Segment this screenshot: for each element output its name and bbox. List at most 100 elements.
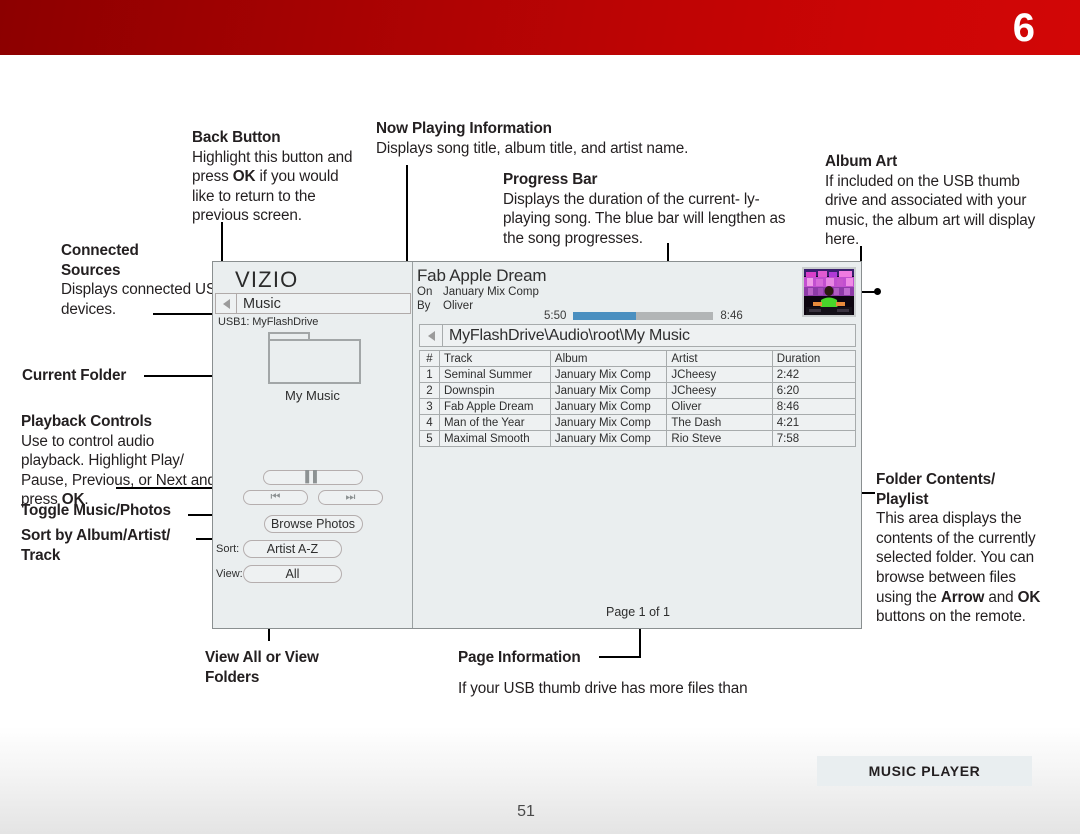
- annotation-connected-sources-line1: Displays: [61, 281, 118, 299]
- annotation-folder-contents-line5: browse between files: [876, 568, 1016, 586]
- current-folder-item[interactable]: [268, 332, 361, 384]
- now-playing-info: Fab Apple Dream On January Mix Comp By O…: [417, 266, 747, 313]
- now-playing-song-title: Fab Apple Dream: [417, 266, 547, 285]
- table-header-row: # Track Album Artist Duration: [419, 350, 857, 367]
- column-header-track[interactable]: Track: [438, 350, 551, 367]
- mode-bar[interactable]: Music: [215, 293, 411, 314]
- annotation-progress-bar-line1: Displays the duration of the current-: [503, 190, 740, 208]
- cell-album: January Mix Comp: [549, 414, 668, 431]
- page-indicator: Page 1 of 1: [606, 605, 670, 619]
- cell-duration: 2:42: [771, 366, 857, 383]
- annotation-folder-contents: Folder Contents/ Playlist This area disp…: [876, 470, 1051, 627]
- annotation-connected-sources-title-line1: Connected: [61, 242, 139, 259]
- prev-next-row: ⏮ ⏭: [243, 490, 383, 505]
- cell-artist: Oliver: [666, 398, 773, 415]
- now-playing-album-row: On January Mix Comp: [417, 285, 747, 299]
- annotation-folder-contents-line7b: buttons on the: [876, 608, 971, 626]
- annotation-back-button-title: Back Button: [192, 129, 281, 146]
- current-folder-name: My Music: [285, 388, 340, 403]
- now-playing-on-label: On: [417, 286, 433, 298]
- annotation-sort-by: Sort by Album/Artist/ Track: [21, 526, 221, 565]
- column-header-number[interactable]: #: [419, 350, 440, 367]
- cell-duration: 4:21: [771, 414, 857, 431]
- annotation-back-button-ok: OK: [232, 168, 256, 186]
- tv-right-panel: Fab Apple Dream On January Mix Comp By O…: [414, 262, 862, 628]
- column-header-duration[interactable]: Duration: [771, 350, 857, 367]
- cell-artist: JCheesy: [666, 366, 773, 383]
- annotation-album-art-line5: here.: [825, 231, 860, 249]
- path-back-button[interactable]: [420, 325, 443, 346]
- annotation-toggle-music-photos-title: Toggle Music/Photos: [21, 502, 171, 519]
- cell-number: 2: [419, 382, 440, 399]
- annotation-progress-bar: Progress Bar Displays the duration of th…: [503, 170, 803, 248]
- cell-track: Man of the Year: [438, 414, 551, 431]
- cell-track: Fab Apple Dream: [438, 398, 551, 415]
- table-row[interactable]: 1 Seminal Summer January Mix Comp JChees…: [419, 366, 857, 383]
- previous-track-button[interactable]: ⏮: [243, 490, 308, 505]
- tv-left-panel: VIZIO Music USB1: MyFlashDrive My Music …: [213, 262, 413, 628]
- cell-album: January Mix Comp: [549, 398, 668, 415]
- annotation-album-art-title: Album Art: [825, 153, 898, 170]
- cell-duration: 8:46: [771, 398, 857, 415]
- annotation-now-playing-title: Now Playing Information: [376, 120, 552, 137]
- now-playing-by-label: By: [417, 300, 431, 312]
- browse-photos-button[interactable]: Browse Photos: [263, 515, 363, 533]
- cell-number: 1: [419, 366, 440, 383]
- path-back-arrow-icon: [427, 330, 435, 341]
- cell-number: 4: [419, 414, 440, 431]
- annotation-folder-contents-line4: folder. You can: [935, 549, 1035, 567]
- vizio-logo: VIZIO: [235, 267, 299, 292]
- back-button[interactable]: [216, 294, 237, 313]
- table-row[interactable]: 4 Man of the Year January Mix Comp The D…: [419, 414, 857, 431]
- column-header-artist[interactable]: Artist: [666, 350, 773, 367]
- table-row[interactable]: 3 Fab Apple Dream January Mix Comp Olive…: [419, 398, 857, 415]
- mode-label: Music: [243, 295, 281, 312]
- next-track-button[interactable]: ⏭: [318, 490, 383, 505]
- annotation-folder-contents-line6c: and: [984, 588, 1014, 606]
- annotation-folder-contents-title-line1: Folder Contents/: [876, 471, 996, 488]
- annotation-album-art-line4: the album art will display: [872, 211, 1036, 229]
- track-list-table: # Track Album Artist Duration 1 Seminal …: [419, 350, 857, 447]
- total-time: 8:46: [720, 310, 743, 322]
- current-path-text: MyFlashDrive\Audio\root\My Music: [449, 326, 690, 344]
- cell-artist: Rio Steve: [666, 430, 773, 447]
- table-row[interactable]: 5 Maximal Smooth January Mix Comp Rio St…: [419, 430, 857, 447]
- play-pause-button[interactable]: ▌▌: [263, 470, 363, 485]
- column-header-album[interactable]: Album: [549, 350, 668, 367]
- cell-duration: 7:58: [771, 430, 857, 447]
- annotation-playback-controls-line1: Use to control audio: [21, 432, 155, 450]
- annotation-back-button: Back Button Highlight this button and pr…: [192, 128, 364, 226]
- annotation-page-information-line1: If your USB thumb drive has more: [458, 679, 684, 697]
- playback-controls-group: ▌▌ ⏮ ⏭ Browse Photos Sort: Artist A-Z Vi…: [216, 470, 383, 583]
- folder-icon: [268, 332, 361, 384]
- cell-track: Maximal Smooth: [438, 430, 551, 447]
- progress-bar-fill: [573, 312, 637, 320]
- cell-album: January Mix Comp: [549, 430, 668, 447]
- annotation-playback-controls: Playback Controls Use to control audio p…: [21, 412, 221, 510]
- current-path-bar[interactable]: MyFlashDrive\Audio\root\My Music: [419, 324, 856, 347]
- annotation-progress-bar-title: Progress Bar: [503, 171, 598, 188]
- sort-select[interactable]: Artist A-Z: [243, 540, 342, 558]
- progress-bar-track[interactable]: [573, 312, 714, 320]
- table-row[interactable]: 2 Downspin January Mix Comp JCheesy 6:20: [419, 382, 857, 399]
- annotation-album-art-line1: If included on the: [825, 172, 939, 190]
- cell-artist: JCheesy: [666, 382, 773, 399]
- next-track-icon: ⏭: [345, 491, 356, 503]
- annotation-view-all-title-line1: View All or View: [205, 649, 319, 666]
- back-arrow-icon: [222, 298, 230, 309]
- now-playing-album: January Mix Comp: [443, 286, 539, 298]
- previous-track-icon: ⏮: [270, 491, 281, 503]
- annotation-toggle-music-photos: Toggle Music/Photos: [21, 501, 241, 521]
- page-number: 51: [517, 803, 535, 820]
- view-select[interactable]: All: [243, 565, 342, 583]
- folder-body-shape: [268, 339, 361, 384]
- annotation-view-all-or-folders: View All or View Folders: [205, 648, 385, 687]
- cell-track: Seminal Summer: [438, 366, 551, 383]
- annotation-back-button-line1: Highlight this button: [192, 148, 324, 166]
- leader-line-connected-sources: [153, 313, 216, 315]
- sort-row: Sort: Artist A-Z: [216, 540, 383, 558]
- annotation-folder-contents-ok: OK: [1017, 588, 1041, 606]
- annotation-folder-contents-line8: remote.: [974, 608, 1026, 626]
- cell-track: Downspin: [438, 382, 551, 399]
- annotation-page-information-title: Page Information: [458, 649, 581, 666]
